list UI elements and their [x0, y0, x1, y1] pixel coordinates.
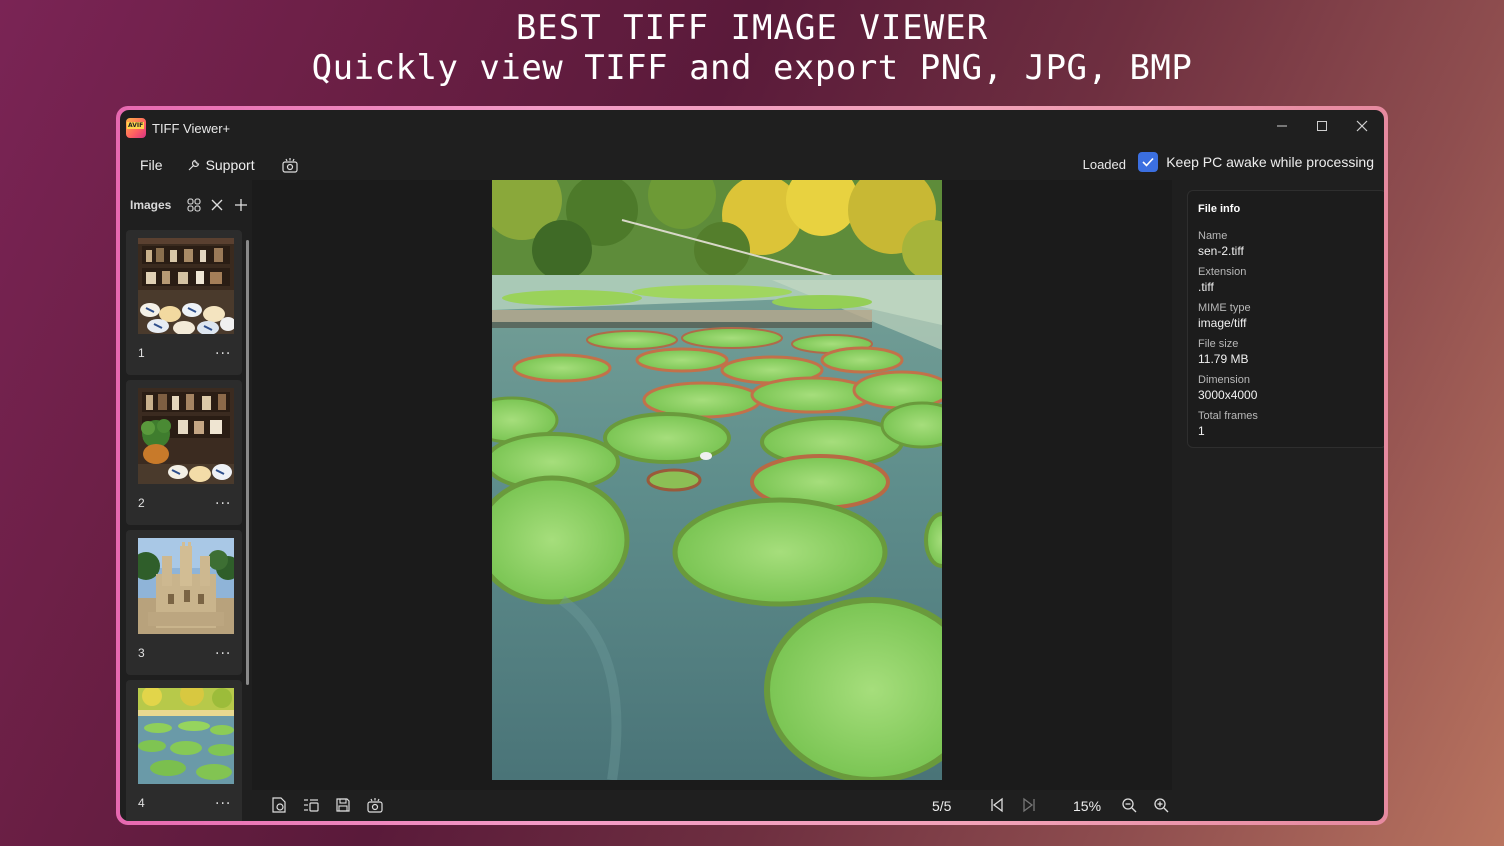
app-logo-text: AVIF — [127, 122, 145, 129]
frames-value: 1 — [1198, 424, 1205, 438]
thumbnail-card[interactable]: 3 ... — [126, 530, 242, 675]
thumbnail-number: 4 — [138, 796, 145, 810]
thumbnail-card[interactable]: 1 ... — [126, 230, 242, 375]
thumbnail-image-shelves-bowls — [138, 238, 234, 334]
title-bar[interactable]: AVIF TIFF Viewer+ — [120, 110, 1384, 146]
grid-view-icon[interactable] — [187, 198, 201, 212]
last-page-icon[interactable] — [1020, 796, 1038, 814]
batch-process-icon[interactable] — [366, 796, 384, 814]
menu-support-label: Support — [205, 157, 255, 173]
thumbnail-card[interactable]: 4 ... — [126, 680, 242, 821]
mime-label: MIME type — [1198, 302, 1251, 314]
menu-file[interactable]: File — [140, 157, 163, 173]
first-page-icon[interactable] — [988, 796, 1006, 814]
more-options-button[interactable]: ... — [215, 642, 231, 658]
keep-awake-label: Keep PC awake while processing — [1166, 154, 1374, 170]
zoom-out-icon[interactable] — [1120, 796, 1138, 814]
file-size-label: File size — [1198, 338, 1239, 350]
more-options-button[interactable]: ... — [215, 342, 231, 358]
app-logo-icon: AVIF — [126, 118, 146, 138]
thumbnail-number: 3 — [138, 646, 145, 660]
promo-title: BEST TIFF IMAGE VIEWER — [515, 8, 989, 48]
thumbnail-number: 2 — [138, 496, 145, 510]
minimize-button[interactable] — [1262, 110, 1302, 142]
promo-header: BEST TIFF IMAGE VIEWER Quickly view TIFF… — [0, 8, 1504, 88]
sidebar-scrollbar[interactable] — [246, 240, 249, 685]
batch-convert-icon[interactable] — [302, 796, 320, 814]
thumbnail-list[interactable]: 1 ... 2 ... 3 ... 4 ... — [126, 230, 244, 821]
close-button[interactable] — [1342, 110, 1382, 142]
file-info-panel: File info Name sen-2.tiff Extension .tif… — [1187, 190, 1384, 448]
save-icon[interactable] — [334, 796, 352, 814]
thumbnail-image-sand-castle — [138, 538, 234, 634]
zoom-level: 15% — [1073, 798, 1102, 814]
add-icon[interactable] — [235, 199, 248, 211]
name-value: sen-2.tiff — [1198, 244, 1244, 258]
dimension-value: 3000x4000 — [1198, 388, 1258, 402]
wrench-icon — [187, 158, 201, 172]
thumbnail-image-shelves-plant — [138, 388, 234, 484]
clear-icon[interactable] — [211, 199, 223, 211]
bottom-toolbar: 5/5 15% — [252, 788, 1384, 821]
menu-support[interactable]: Support — [187, 157, 255, 173]
app-window: AVIF TIFF Viewer+ File Support Loaded Ke… — [120, 110, 1384, 821]
gear-stack-icon — [281, 156, 299, 174]
sidebar-title: Images — [130, 198, 172, 212]
extension-value: .tiff — [1198, 280, 1214, 294]
more-options-button[interactable]: ... — [215, 492, 231, 508]
window-title: TIFF Viewer+ — [152, 120, 231, 136]
thumbnail-card[interactable]: 2 ... — [126, 380, 242, 525]
checkbox-checked-icon[interactable] — [1138, 152, 1159, 172]
maximize-button[interactable] — [1302, 110, 1342, 142]
app-window-frame: AVIF TIFF Viewer+ File Support Loaded Ke… — [116, 106, 1388, 825]
keep-awake-checkbox[interactable]: Keep PC awake while processing — [1138, 150, 1374, 174]
convert-image-icon[interactable] — [270, 796, 288, 814]
name-label: Name — [1198, 230, 1228, 242]
extension-label: Extension — [1198, 266, 1247, 278]
file-info-title: File info — [1198, 203, 1241, 215]
thumbnail-number: 1 — [138, 346, 145, 360]
frames-label: Total frames — [1198, 410, 1258, 422]
zoom-in-icon[interactable] — [1152, 796, 1170, 814]
more-options-button[interactable]: ... — [215, 792, 231, 808]
thumbnail-image-lily-pond — [138, 688, 234, 784]
batch-process-button[interactable] — [281, 156, 299, 174]
promo-subtitle: Quickly view TIFF and export PNG, JPG, B… — [311, 48, 1193, 88]
mime-value: image/tiff — [1198, 316, 1247, 330]
dimension-label: Dimension — [1198, 374, 1250, 386]
page-indicator: 5/5 — [932, 798, 952, 814]
main-image-lily-pond — [492, 180, 942, 780]
status-text: Loaded — [1082, 157, 1126, 172]
sidebar-header: Images — [130, 194, 248, 216]
file-size-value: 11.79 MB — [1198, 352, 1249, 366]
